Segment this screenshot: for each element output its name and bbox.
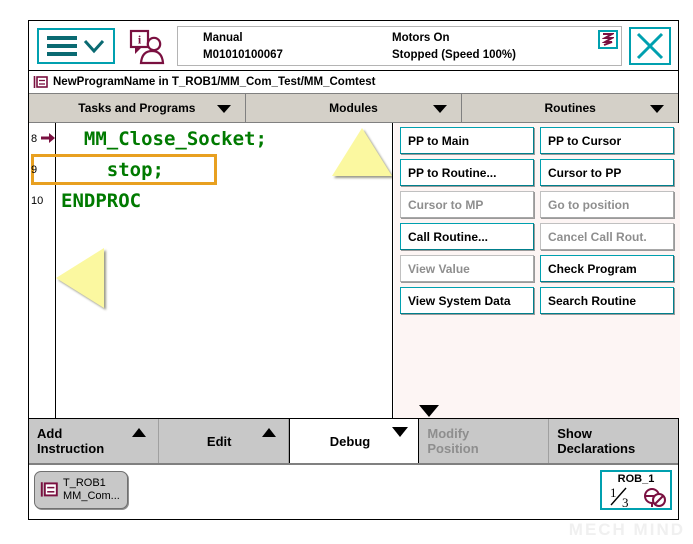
line-number: 10	[31, 194, 44, 207]
scroll-down-triangle-icon[interactable]	[419, 405, 439, 417]
watermark: MECH MIND	[568, 520, 685, 539]
action-modify-position: Modify Position	[419, 419, 550, 463]
close-button[interactable]	[629, 27, 671, 65]
line-code: stop;	[61, 158, 164, 181]
execution-state: Stopped (Speed 100%)	[392, 49, 516, 61]
action-label: Add Instruction	[37, 426, 105, 456]
zigzag-glyph-icon	[602, 33, 614, 46]
line-code: ENDPROC	[61, 189, 142, 212]
operating-mode: Manual	[203, 32, 243, 44]
taskbar-item-line1: T_ROB1	[63, 477, 106, 489]
debug-button-grid: PP to Main PP to Cursor PP to Routine...…	[400, 127, 674, 314]
button-call-routine[interactable]: Call Routine...	[400, 223, 534, 250]
button-pp-to-routine[interactable]: PP to Routine...	[400, 159, 534, 186]
taskbar-item-program[interactable]: T_ROB1 MM_Com...	[34, 471, 128, 509]
selector-modules[interactable]: Modules	[245, 94, 463, 122]
fraction-denominator: 3	[622, 495, 629, 509]
program-module-icon	[40, 482, 58, 497]
robot-status-chip[interactable]: ROB_1 1 3	[600, 470, 672, 510]
action-edit[interactable]: Edit	[158, 419, 289, 463]
button-view-value: View Value	[400, 255, 534, 282]
controller-status-left: Manual M01010100067	[177, 26, 374, 66]
program-execution-icon[interactable]	[598, 30, 618, 49]
action-add-instruction[interactable]: Add Instruction	[29, 419, 159, 463]
button-search-routine[interactable]: Search Routine	[540, 287, 674, 314]
status-bar: i Manual M01010100067 Motors On Stopped …	[29, 21, 678, 71]
hamburger-icon	[47, 36, 77, 56]
line-number: 9	[31, 163, 38, 176]
code-line[interactable]: 10 ENDPROC	[29, 185, 392, 216]
taskbar-item-line2: MM_Com...	[63, 490, 120, 502]
button-view-system-data[interactable]: View System Data	[400, 287, 534, 314]
button-pp-to-cursor[interactable]: PP to Cursor	[540, 127, 674, 154]
chevron-down-icon	[650, 105, 665, 113]
button-cursor-to-pp[interactable]: Cursor to PP	[540, 159, 674, 186]
breadcrumb-path: NewProgramName in T_ROB1/MM_Com_Test/MM_…	[53, 76, 376, 88]
motors-state: Motors On	[392, 32, 450, 44]
button-go-to-position: Go to position	[540, 191, 674, 218]
taskbar: T_ROB1 MM_Com... ROB_1 1 3	[29, 464, 678, 519]
chevron-down-icon	[83, 39, 105, 54]
application-window: i Manual M01010100067 Motors On Stopped …	[28, 20, 680, 520]
operator-info-icon[interactable]: i	[127, 29, 171, 65]
scroll-left-triangle-icon[interactable]	[56, 248, 104, 308]
button-check-program[interactable]: Check Program	[540, 255, 674, 282]
taskbar-item-labels: T_ROB1 MM_Com...	[63, 477, 120, 503]
selector-routines[interactable]: Routines	[462, 94, 679, 122]
action-label: Show Declarations	[557, 426, 636, 456]
selector-bar: Tasks and Programs Modules Routines	[29, 93, 679, 123]
chevron-down-icon	[392, 427, 409, 437]
button-cancel-call-routine: Cancel Call Rout.	[540, 223, 674, 250]
selector-label: Tasks and Programs	[78, 101, 196, 115]
close-icon	[636, 32, 664, 60]
main-menu-button[interactable]	[37, 28, 115, 64]
chevron-up-icon	[261, 428, 276, 437]
line-code: MM_Close_Socket;	[61, 127, 267, 150]
selector-label: Modules	[329, 101, 378, 115]
controller-status-right: Motors On Stopped (Speed 100%)	[374, 26, 622, 66]
selector-tasks-and-programs[interactable]: Tasks and Programs	[29, 94, 246, 122]
button-cursor-to-mp: Cursor to MP	[400, 191, 534, 218]
controller-id: M01010100067	[203, 49, 283, 61]
action-debug[interactable]: Debug	[288, 419, 420, 463]
breadcrumb: NewProgramName in T_ROB1/MM_Com_Test/MM_…	[29, 71, 678, 93]
work-area: 8 MM_Close_Socket; 9 stop; 10 ENDPROC PP…	[29, 123, 680, 418]
robot-name: ROB_1	[617, 473, 655, 485]
chevron-down-icon	[216, 105, 231, 113]
chevron-up-icon	[131, 428, 146, 437]
action-label: Modify Position	[427, 426, 479, 456]
selector-label: Routines	[544, 101, 596, 115]
fraction-numerator: 1	[610, 485, 617, 500]
action-bar: Add Instruction Edit Debug Modify Positi…	[29, 418, 678, 464]
debug-button-panel: PP to Main PP to Cursor PP to Routine...…	[394, 123, 680, 418]
scroll-up-triangle-icon[interactable]	[332, 128, 392, 176]
robot-disabled-icon	[644, 488, 666, 507]
line-number: 8	[31, 132, 38, 145]
button-pp-to-main[interactable]: PP to Main	[400, 127, 534, 154]
chevron-down-icon	[433, 105, 448, 113]
action-show-declarations[interactable]: Show Declarations	[549, 419, 678, 463]
program-module-icon	[33, 75, 48, 88]
code-editor[interactable]: 8 MM_Close_Socket; 9 stop; 10 ENDPROC	[29, 123, 393, 418]
quickset-fraction: 1 3	[610, 485, 629, 509]
